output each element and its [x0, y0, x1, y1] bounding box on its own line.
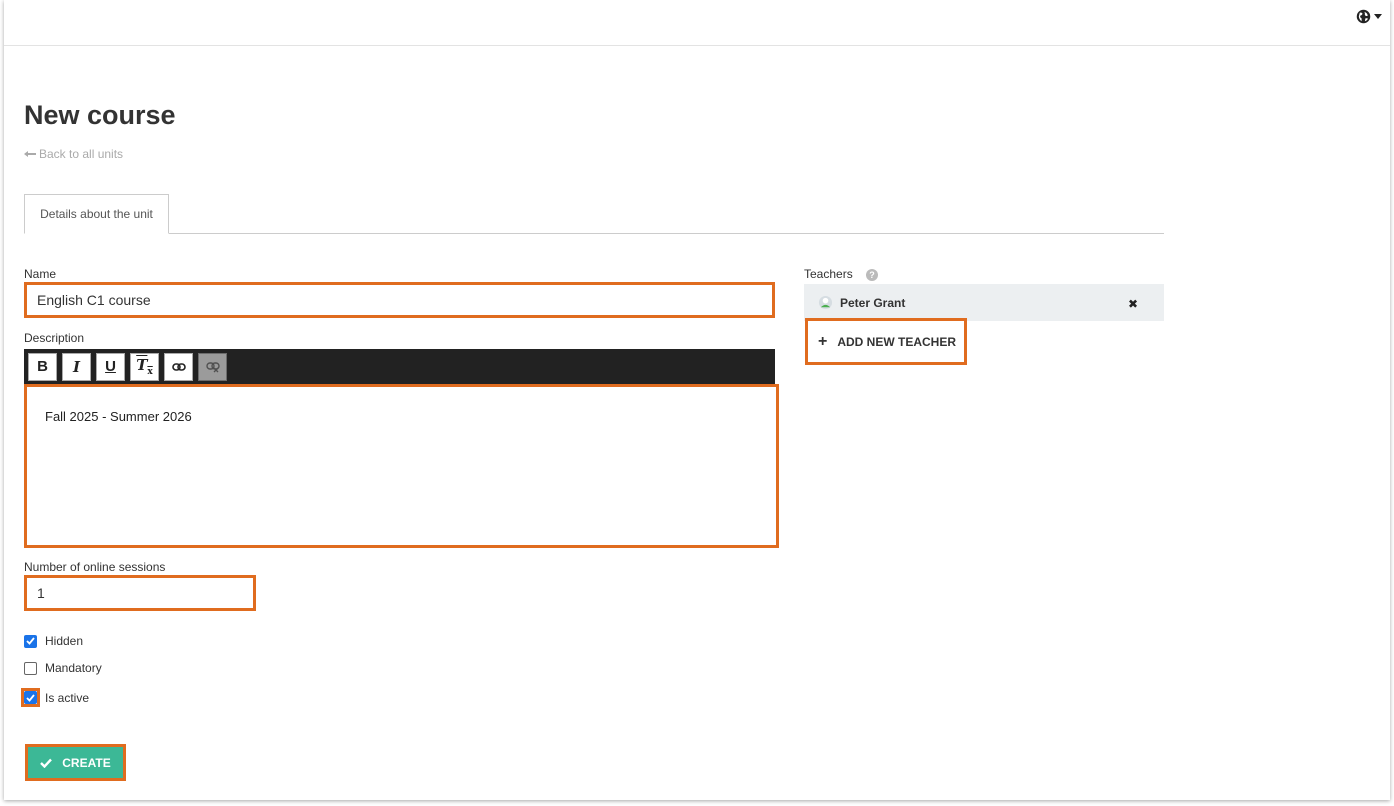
description-label: Description — [24, 331, 85, 345]
active-checkbox-highlight — [21, 688, 40, 707]
sessions-input[interactable]: 1 — [24, 575, 256, 611]
unlink-button[interactable] — [198, 352, 227, 381]
link-button[interactable] — [164, 352, 193, 381]
arrow-left-icon — [24, 151, 36, 157]
add-teacher-label: ADD NEW TEACHER — [837, 334, 957, 349]
tab-details[interactable]: Details about the unit — [24, 194, 169, 234]
hidden-checkbox-row: Hidden — [24, 634, 83, 648]
tab-bar: Details about the unit — [24, 194, 1164, 234]
clear-format-button[interactable]: Tx — [130, 352, 159, 381]
teacher-name: Peter Grant — [840, 295, 906, 310]
back-link-label: Back to all units — [39, 147, 124, 161]
mandatory-checkbox-row: Mandatory — [24, 661, 102, 675]
app-frame: New course Back to all units Details abo… — [4, 0, 1390, 800]
language-menu[interactable] — [1356, 9, 1382, 24]
active-checkbox-row: Is active — [21, 688, 90, 707]
hidden-checkbox[interactable] — [24, 634, 37, 648]
chevron-down-icon — [1374, 14, 1382, 19]
top-bar — [4, 0, 1390, 46]
mandatory-label: Mandatory — [45, 661, 102, 675]
active-label: Is active — [45, 690, 90, 705]
create-label: CREATE — [62, 755, 111, 770]
underline-icon: U — [105, 358, 116, 375]
check-icon — [26, 693, 35, 702]
plus-icon: + — [818, 332, 828, 350]
clear-format-icon: Tx — [136, 356, 153, 377]
name-label: Name — [24, 267, 57, 281]
teacher-item: Peter Grant ✖ — [804, 284, 1164, 321]
globe-icon — [1356, 9, 1371, 24]
active-checkbox[interactable] — [24, 691, 37, 704]
italic-icon: I — [72, 357, 81, 376]
bold-icon: B — [37, 358, 48, 375]
description-text: Fall 2025 - Summer 2026 — [45, 409, 192, 424]
close-icon[interactable]: ✖ — [1128, 297, 1138, 311]
description-editor[interactable]: Fall 2025 - Summer 2026 — [24, 384, 779, 548]
check-icon — [26, 637, 35, 645]
create-button[interactable]: CREATE — [25, 744, 126, 781]
page-title: New course — [24, 100, 176, 130]
italic-button[interactable]: I — [62, 352, 91, 381]
user-avatar-icon — [818, 295, 833, 310]
check-icon — [40, 758, 53, 768]
hidden-label: Hidden — [45, 634, 84, 648]
unlink-icon — [205, 361, 220, 372]
add-teacher-button[interactable]: + ADD NEW TEACHER — [805, 318, 967, 365]
link-icon — [171, 362, 186, 371]
mandatory-checkbox[interactable] — [24, 661, 37, 675]
back-link[interactable]: Back to all units — [24, 147, 123, 161]
sessions-label: Number of online sessions — [24, 560, 166, 574]
editor-toolbar: B I U Tx — [24, 349, 775, 384]
bold-button[interactable]: B — [28, 352, 57, 381]
underline-button[interactable]: U — [96, 352, 125, 381]
help-icon[interactable]: ? — [866, 268, 879, 281]
teachers-label: Teachers ? — [804, 267, 879, 281]
name-input[interactable]: English C1 course — [24, 282, 775, 318]
teachers-label-text: Teachers — [804, 267, 853, 281]
